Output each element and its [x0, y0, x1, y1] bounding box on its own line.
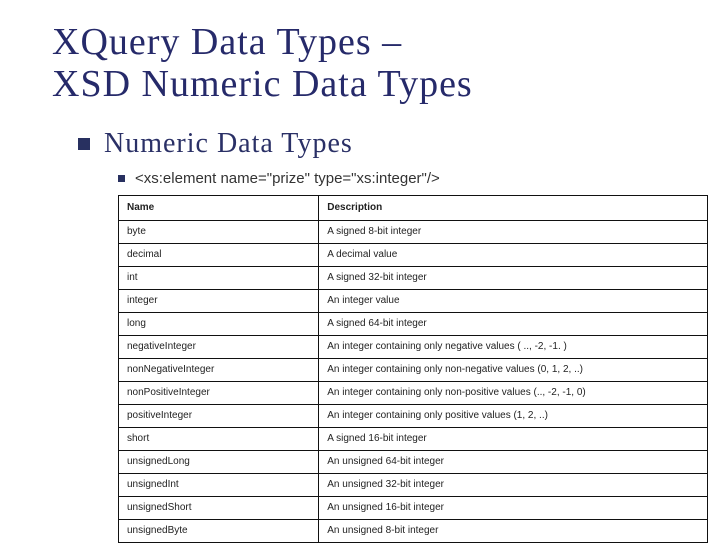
- page-title: XQuery Data Types – XSD Numeric Data Typ…: [52, 22, 680, 106]
- cell-description: A signed 64-bit integer: [319, 312, 708, 335]
- table-row: unsignedShortAn unsigned 16-bit integer: [119, 496, 708, 519]
- cell-name: long: [119, 312, 319, 335]
- cell-name: negativeInteger: [119, 335, 319, 358]
- table-row: intA signed 32-bit integer: [119, 266, 708, 289]
- table-row: positiveIntegerAn integer containing onl…: [119, 404, 708, 427]
- table-header-row: Name Description: [119, 195, 708, 220]
- cell-description: An unsigned 8-bit integer: [319, 519, 708, 542]
- cell-name: int: [119, 266, 319, 289]
- cell-name: unsignedShort: [119, 496, 319, 519]
- table-row: nonNegativeIntegerAn integer containing …: [119, 358, 708, 381]
- cell-description: An integer containing only negative valu…: [319, 335, 708, 358]
- cell-description: A decimal value: [319, 243, 708, 266]
- table-row: integerAn integer value: [119, 289, 708, 312]
- cell-description: An unsigned 32-bit integer: [319, 473, 708, 496]
- header-name: Name: [119, 195, 319, 220]
- square-bullet-icon: [78, 138, 90, 150]
- title-line-2: XSD Numeric Data Types: [52, 63, 473, 105]
- slide: XQuery Data Types – XSD Numeric Data Typ…: [0, 0, 720, 540]
- subheading-row: Numeric Data Types: [78, 128, 680, 160]
- cell-description: An integer value: [319, 289, 708, 312]
- table-row: unsignedLongAn unsigned 64-bit integer: [119, 450, 708, 473]
- cell-description: A signed 32-bit integer: [319, 266, 708, 289]
- table-row: unsignedIntAn unsigned 32-bit integer: [119, 473, 708, 496]
- cell-name: unsignedLong: [119, 450, 319, 473]
- cell-description: A signed 16-bit integer: [319, 427, 708, 450]
- cell-name: unsignedInt: [119, 473, 319, 496]
- table-row: byteA signed 8-bit integer: [119, 220, 708, 243]
- cell-description: An integer containing only non-positive …: [319, 381, 708, 404]
- example-row: <xs:element name="prize" type="xs:intege…: [118, 170, 680, 187]
- table-row: shortA signed 16-bit integer: [119, 427, 708, 450]
- cell-description: A signed 8-bit integer: [319, 220, 708, 243]
- title-line-1: XQuery Data Types –: [52, 21, 402, 63]
- example-code: <xs:element name="prize" type="xs:intege…: [135, 170, 440, 187]
- cell-name: byte: [119, 220, 319, 243]
- header-description: Description: [319, 195, 708, 220]
- cell-name: nonNegativeInteger: [119, 358, 319, 381]
- cell-name: integer: [119, 289, 319, 312]
- types-table: Name Description byteA signed 8-bit inte…: [118, 195, 708, 543]
- table-row: longA signed 64-bit integer: [119, 312, 708, 335]
- table-row: unsignedByteAn unsigned 8-bit integer: [119, 519, 708, 542]
- square-bullet-icon: [118, 175, 125, 182]
- cell-name: short: [119, 427, 319, 450]
- cell-description: An unsigned 16-bit integer: [319, 496, 708, 519]
- table-row: decimalA decimal value: [119, 243, 708, 266]
- cell-name: nonPositiveInteger: [119, 381, 319, 404]
- table-row: nonPositiveIntegerAn integer containing …: [119, 381, 708, 404]
- cell-name: unsignedByte: [119, 519, 319, 542]
- cell-description: An integer containing only non-negative …: [319, 358, 708, 381]
- cell-name: decimal: [119, 243, 319, 266]
- subheading: Numeric Data Types: [104, 128, 353, 160]
- cell-description: An unsigned 64-bit integer: [319, 450, 708, 473]
- cell-description: An integer containing only positive valu…: [319, 404, 708, 427]
- cell-name: positiveInteger: [119, 404, 319, 427]
- table-row: negativeIntegerAn integer containing onl…: [119, 335, 708, 358]
